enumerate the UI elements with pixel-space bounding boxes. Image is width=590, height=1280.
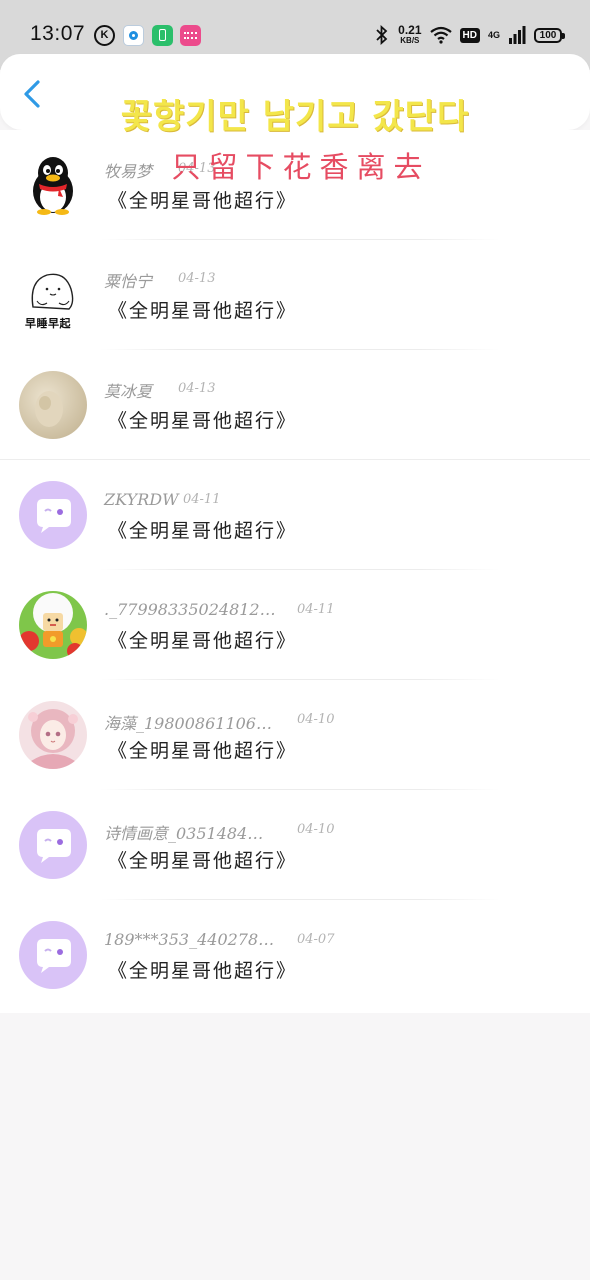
- chat-bubble-avatar[interactable]: [19, 811, 87, 879]
- list-item[interactable]: 189***353_440278… 04-07 《全明星哥他超行》: [0, 900, 590, 1010]
- bluetooth-icon: [376, 25, 388, 45]
- message-date: 04-10: [297, 822, 335, 837]
- net-speed: 0.21 KB/S: [398, 23, 422, 45]
- sender-name: 粟怡宁: [104, 272, 153, 291]
- message-text: 《全明星哥他超行》: [108, 960, 298, 982]
- message-text: 《全明星哥他超行》: [108, 300, 298, 322]
- k-app-icon: K: [94, 25, 115, 46]
- overlay-text-chinese: 只留下花香离去: [171, 150, 431, 184]
- chat-bubble-avatar[interactable]: [19, 481, 87, 549]
- sheep-avatar[interactable]: [19, 591, 87, 659]
- list-item[interactable]: 海藻_19800861106… 04-10 《全明星哥他超行》: [0, 680, 590, 790]
- avatar-caption: 早睡早起: [25, 317, 71, 330]
- list-item[interactable]: 早睡早起 粟怡宁 04-13 《全明星哥他超行》: [0, 240, 590, 350]
- battery-icon: 100: [534, 27, 565, 43]
- message-text: 《全明星哥他超行》: [108, 630, 298, 652]
- status-time: 13:07: [30, 22, 86, 45]
- wifi-icon: [429, 26, 452, 44]
- message-date: 04-07: [297, 932, 335, 947]
- circle-app-icon: [123, 25, 144, 46]
- message-text: 《全明星哥他超行》: [108, 740, 298, 762]
- signal-icon: [509, 26, 526, 44]
- message-date: 04-11: [183, 492, 221, 507]
- pink-app-icon: [180, 25, 201, 46]
- message-text: 《全明星哥他超行》: [108, 520, 298, 542]
- sender-name: 莫冰夏: [104, 382, 153, 401]
- message-text: 《全明星哥他超行》: [108, 850, 298, 872]
- empty-area: [0, 1013, 590, 1280]
- list-item[interactable]: 诗情画意_0351484… 04-10 《全明星哥他超行》: [0, 790, 590, 900]
- sender-name: ZKYRDW: [104, 490, 179, 509]
- sender-name: 诗情画意_0351484…: [104, 824, 264, 843]
- chat-bubble-avatar[interactable]: [19, 921, 87, 989]
- message-date: 04-10: [297, 712, 335, 727]
- list-item[interactable]: 莫冰夏 04-13 《全明星哥他超行》: [0, 350, 590, 460]
- message-list-screen: 13:07 K 0.21 KB/S HD 4G 100 牧易梦 04-13 《全…: [0, 0, 590, 1280]
- sender-name: 189***353_440278…: [104, 930, 275, 949]
- overlay-text-korean: 꽃향기만 남기고 갔단다: [120, 97, 470, 137]
- message-date: 04-11: [297, 602, 335, 617]
- message-text: 《全明星哥他超行》: [108, 410, 298, 432]
- list-item[interactable]: ZKYRDW 04-11 《全明星哥他超行》: [0, 460, 590, 570]
- message-list: 牧易梦 04-13 《全明星哥他超行》 早睡早起 粟怡宁 04-13 《全明星哥…: [0, 130, 590, 1013]
- message-date: 04-13: [178, 381, 216, 396]
- status-indicators: 0.21 KB/S HD 4G 100: [374, 22, 565, 48]
- sender-name: ._77998335024812…: [104, 600, 276, 619]
- net-speed-unit: KB/S: [400, 36, 420, 45]
- anime-girl-avatar[interactable]: [19, 701, 87, 769]
- net-speed-value: 0.21: [398, 23, 422, 37]
- message-date: 04-13: [178, 271, 216, 286]
- list-item[interactable]: ._77998335024812… 04-11 《全明星哥他超行》: [0, 570, 590, 680]
- battery-saver-icon: [152, 25, 173, 46]
- message-text: 《全明星哥他超行》: [108, 190, 298, 212]
- network-type: 4G: [487, 29, 500, 40]
- sender-name: 海藻_19800861106…: [104, 714, 272, 733]
- photo-avatar[interactable]: [19, 371, 87, 439]
- hd-badge: HD: [459, 27, 480, 43]
